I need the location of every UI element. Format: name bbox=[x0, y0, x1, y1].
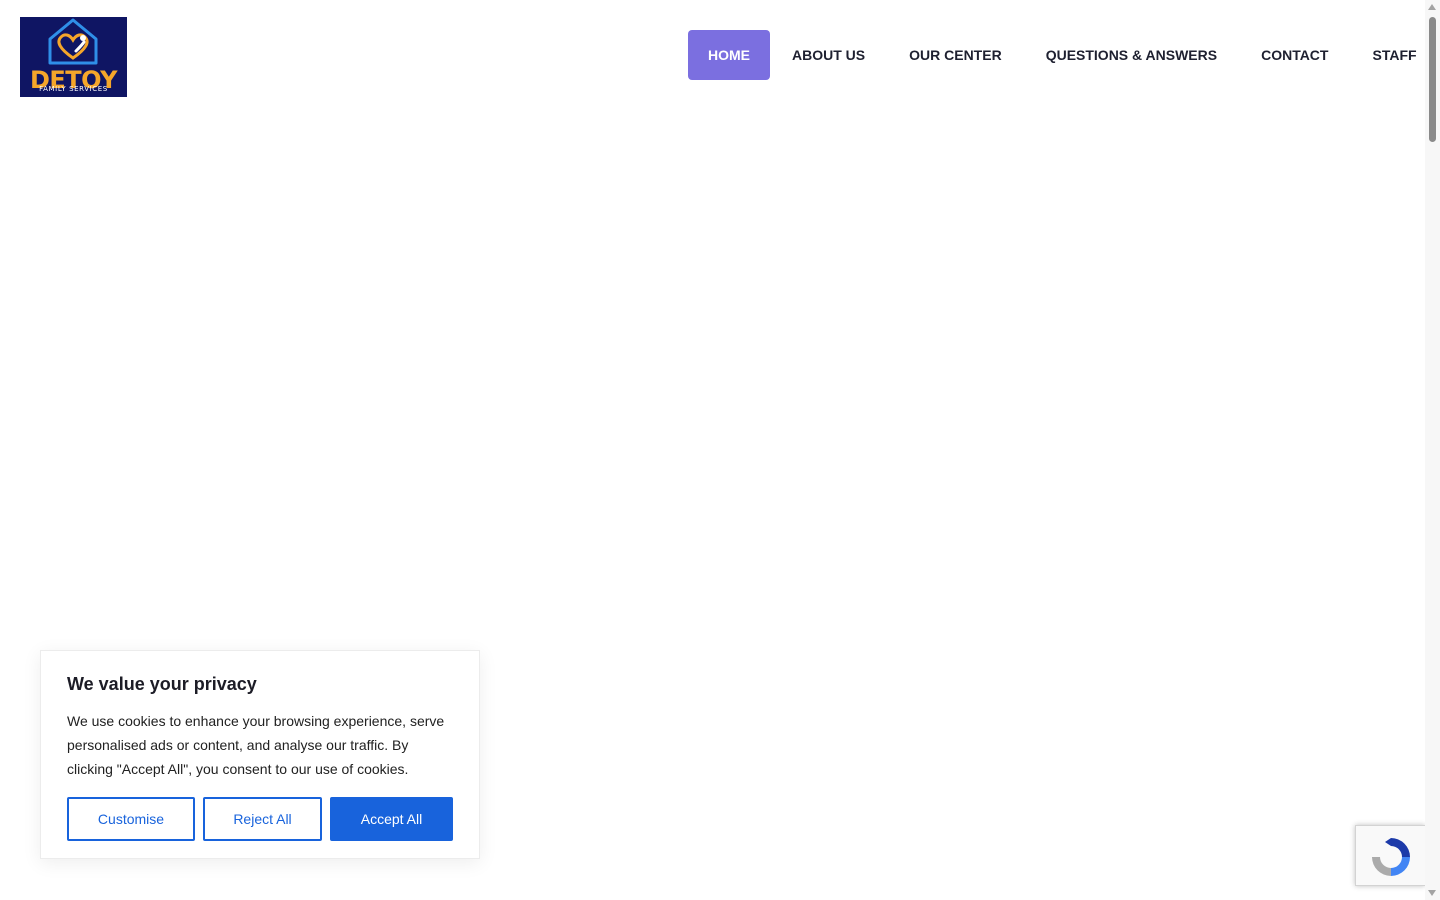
site-logo[interactable]: DETOY FAMILY SERVICES bbox=[20, 17, 127, 97]
reject-all-button[interactable]: Reject All bbox=[203, 797, 322, 841]
page-scrollbar[interactable] bbox=[1425, 0, 1440, 900]
nav-item-contact[interactable]: CONTACT bbox=[1239, 30, 1350, 80]
nav-item-about-us[interactable]: ABOUT US bbox=[770, 30, 887, 80]
accept-all-button[interactable]: Accept All bbox=[330, 797, 453, 841]
recaptcha-icon bbox=[1372, 838, 1410, 876]
scrollbar-thumb[interactable] bbox=[1429, 17, 1436, 142]
logo-subtitle: FAMILY SERVICES bbox=[39, 85, 108, 93]
nav-item-home[interactable]: HOME bbox=[688, 30, 770, 80]
cookie-banner-text: We use cookies to enhance your browsing … bbox=[67, 713, 445, 777]
scroll-down-arrow-icon[interactable] bbox=[1428, 890, 1436, 896]
nav-item-questions-answers[interactable]: QUESTIONS & ANSWERS bbox=[1024, 30, 1239, 80]
nav-item-our-center[interactable]: OUR CENTER bbox=[887, 30, 1024, 80]
cookie-banner-title: We value your privacy bbox=[67, 674, 257, 694]
page: DETOY FAMILY SERVICES HOME ABOUT US OUR … bbox=[0, 0, 1440, 900]
cookie-button-group: Customise Reject All Accept All bbox=[67, 797, 453, 841]
cookie-consent-banner: We value your privacy We use cookies to … bbox=[40, 650, 480, 859]
customise-button[interactable]: Customise bbox=[67, 797, 195, 841]
scroll-up-arrow-icon[interactable] bbox=[1428, 4, 1436, 10]
main-navigation: HOME ABOUT US OUR CENTER QUESTIONS & ANS… bbox=[688, 30, 1439, 80]
recaptcha-badge[interactable] bbox=[1355, 825, 1425, 886]
